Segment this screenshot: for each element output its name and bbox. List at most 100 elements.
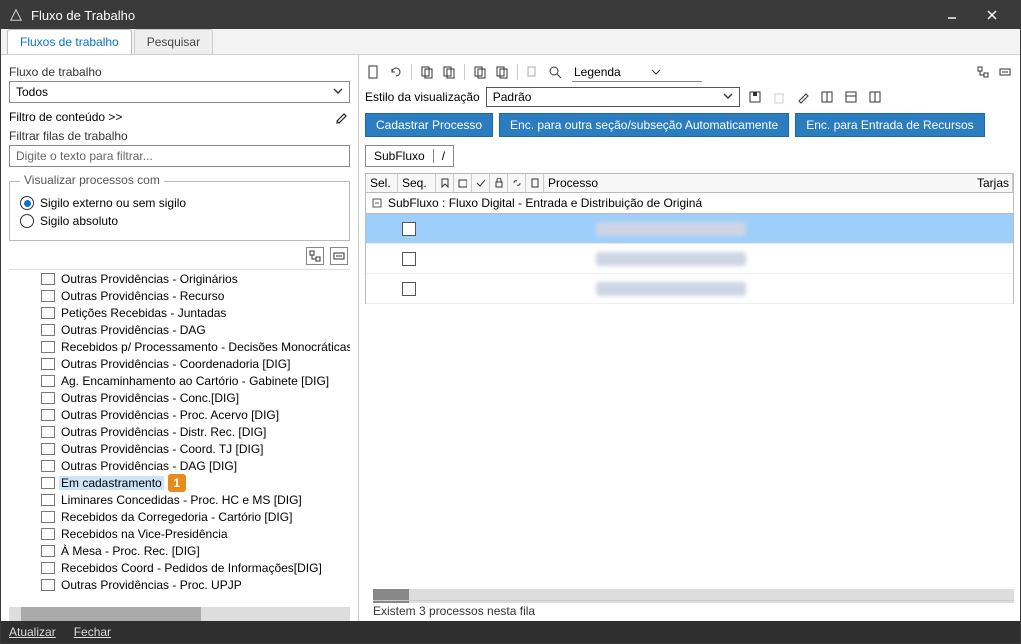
col-lock-icon[interactable] (490, 174, 508, 192)
tool-hierarchy-icon[interactable] (306, 247, 324, 265)
col-bookmark-icon[interactable] (436, 174, 454, 192)
tree[interactable]: Outras Providências - Originários Outras … (9, 269, 350, 605)
col-sel[interactable]: Sel. (366, 174, 398, 192)
tree-item[interactable]: Outras Providências - Originários (41, 270, 350, 287)
redacted-cell (596, 222, 746, 236)
copy2-icon[interactable] (440, 63, 458, 81)
filter-input[interactable]: Digite o texto para filtrar... (9, 145, 350, 167)
tree-item[interactable]: Outras Providências - Recurso (41, 287, 350, 304)
tree-item[interactable]: Outras Providências - Coord. TJ [DIG] (41, 440, 350, 457)
checkbox[interactable] (402, 252, 416, 266)
tree-item[interactable]: Outras Providências - Proc. UPJP (41, 576, 350, 593)
filter-label[interactable]: Filtro de conteúdo >> (9, 110, 122, 124)
radio-icon (20, 196, 34, 210)
tree-item[interactable]: Recebidos da Corregedoria - Cartório [DI… (41, 508, 350, 525)
tree-item[interactable]: Outras Providências - DAG [DIG] (41, 457, 350, 474)
table-row[interactable] (366, 274, 1013, 304)
book1-icon[interactable] (818, 88, 836, 106)
col-seq[interactable]: Seq. (398, 174, 436, 192)
save-icon[interactable] (746, 88, 764, 106)
tree-item[interactable]: Recebidos p/ Processamento - Decisões Mo… (41, 338, 350, 355)
footer: Atualizar Fechar (1, 621, 1020, 643)
col-check-icon[interactable] (472, 174, 490, 192)
search-icon[interactable] (546, 63, 564, 81)
btn-cadastrar[interactable]: Cadastrar Processo (365, 113, 493, 137)
copy5-icon[interactable] (524, 63, 542, 81)
radio-sigilo-externo[interactable]: Sigilo externo ou sem sigilo (20, 196, 339, 210)
tree-item[interactable]: Outras Providências - Conc.[DIG] (41, 389, 350, 406)
flow-combo[interactable]: Todos (9, 81, 350, 103)
tree-item[interactable]: Ag. Encaminhamento ao Cartório - Gabinet… (41, 372, 350, 389)
legend-combo[interactable]: Legenda (572, 63, 702, 82)
col-clip-icon[interactable] (454, 174, 472, 192)
tree-item-label: Petições Recebidas - Juntadas (59, 306, 228, 320)
checkbox[interactable] (402, 222, 416, 236)
grid-group-row[interactable]: SubFluxo : Fluxo Digital - Entrada e Dis… (365, 193, 1014, 214)
callout-1: 1 (168, 474, 186, 492)
grid-header: Sel. Seq. Processo Tarjas (365, 173, 1014, 193)
minimize-button[interactable] (932, 1, 972, 29)
footer-update[interactable]: Atualizar (9, 625, 56, 639)
copy1-icon[interactable] (418, 63, 436, 81)
copy4-icon[interactable] (493, 63, 511, 81)
right-tool1-icon[interactable] (974, 63, 992, 81)
table-row[interactable] (366, 244, 1013, 274)
btn-enc-recursos[interactable]: Enc. para Entrada de Recursos (795, 113, 984, 137)
tree-item[interactable]: Liminares Concedidas - Proc. HC e MS [DI… (41, 491, 350, 508)
tab-fluxos[interactable]: Fluxos de trabalho (7, 29, 132, 54)
folder-icon (41, 511, 55, 523)
tree-item[interactable]: Outras Providências - Distr. Rec. [DIG] (41, 423, 350, 440)
radio-sigilo-absoluto[interactable]: Sigilo absoluto (20, 214, 339, 228)
col-processo[interactable]: Processo (544, 174, 967, 192)
close-button[interactable] (972, 1, 1012, 29)
content: Legenda Estilo da visualização Padrão Ca… (359, 55, 1020, 621)
scrollbar-thumb[interactable] (21, 607, 201, 621)
tab-pesquisar[interactable]: Pesquisar (134, 29, 213, 54)
sidebar-hscroll[interactable] (9, 607, 350, 621)
folder-icon (41, 494, 55, 506)
tree-item[interactable]: À Mesa - Proc. Rec. [DIG] (41, 542, 350, 559)
style-label: Estilo da visualização (365, 90, 480, 104)
grid-rows (365, 214, 1014, 304)
tree-item-label: Recebidos na Vice-Presidência (59, 527, 230, 541)
tree-item-label: Outras Providências - Recurso (59, 289, 226, 303)
right-tool2-icon[interactable] (996, 63, 1014, 81)
subfluxo-breadcrumb[interactable]: SubFluxo / (365, 145, 454, 167)
highlighter-icon[interactable] (334, 109, 350, 125)
titlebar: Fluxo de Trabalho (1, 1, 1020, 29)
tree-item-label: Outras Providências - Coordenadoria [DIG… (59, 357, 292, 371)
tree-item-label: Outras Providências - Proc. Acervo [DIG] (59, 408, 281, 422)
tree-item[interactable]: Outras Providências - Proc. Acervo [DIG] (41, 406, 350, 423)
delete-icon[interactable] (770, 88, 788, 106)
table-row[interactable] (366, 214, 1013, 244)
window-title: Fluxo de Trabalho (31, 8, 932, 23)
footer-close[interactable]: Fechar (74, 625, 111, 639)
folder-icon (41, 477, 55, 489)
col-dropdown[interactable]: Tarjas (967, 174, 1013, 192)
tree-item-label: Outras Providências - DAG (59, 323, 208, 337)
edit-icon[interactable] (794, 88, 812, 106)
tree-item[interactable]: Petições Recebidas - Juntadas (41, 304, 350, 321)
folder-icon (41, 426, 55, 438)
tree-item[interactable]: Em cadastramento1 (41, 474, 350, 491)
tree-item[interactable]: Outras Providências - DAG (41, 321, 350, 338)
tree-item-label: Liminares Concedidas - Proc. HC e MS [DI… (59, 493, 304, 507)
refresh-icon[interactable] (387, 63, 405, 81)
tree-item-label: Outras Providências - Proc. UPJP (59, 578, 244, 592)
col-doc-icon[interactable] (526, 174, 544, 192)
btn-enc-auto[interactable]: Enc. para outra seção/subseção Automatic… (499, 113, 789, 137)
tree-item[interactable]: Outras Providências - Coordenadoria [DIG… (41, 355, 350, 372)
folder-icon (41, 545, 55, 557)
flow-label: Fluxo de trabalho (9, 65, 350, 79)
tree-item[interactable]: Recebidos Coord - Pedidos de Informações… (41, 559, 350, 576)
new-doc-icon[interactable] (365, 63, 383, 81)
collapse-icon (372, 198, 382, 208)
tool-collapse-icon[interactable] (330, 247, 348, 265)
col-link-icon[interactable] (508, 174, 526, 192)
style-combo[interactable]: Padrão (486, 87, 740, 107)
tree-item[interactable]: Recebidos na Vice-Presidência (41, 525, 350, 542)
layout-icon[interactable] (866, 88, 884, 106)
checkbox[interactable] (402, 282, 416, 296)
book2-icon[interactable] (842, 88, 860, 106)
copy3-icon[interactable] (471, 63, 489, 81)
